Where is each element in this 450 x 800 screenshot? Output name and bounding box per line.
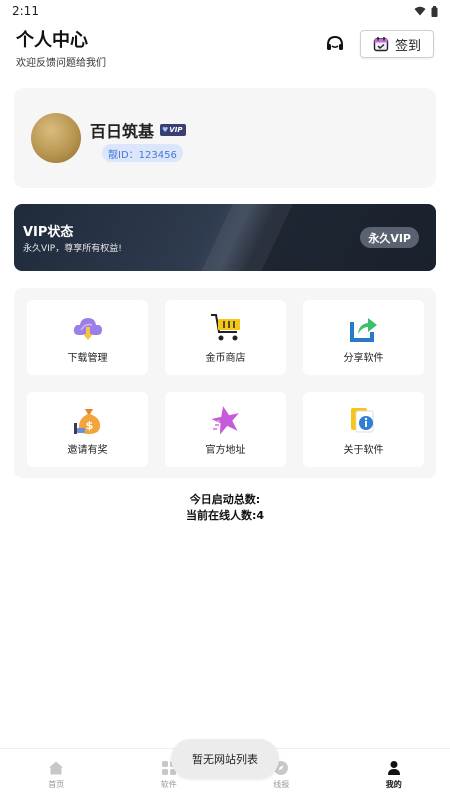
menu-item-invite[interactable]: $ 邀请有奖: [27, 392, 148, 467]
support-button[interactable]: [324, 33, 346, 55]
headset-icon: [326, 35, 343, 50]
info-icon: [347, 403, 381, 437]
tab-label: 首页: [48, 779, 65, 789]
money-bag-icon: $: [71, 403, 105, 437]
tab-home[interactable]: 首页: [0, 749, 113, 800]
page-header: 个人中心 欢迎反馈问题给我们 签到: [16, 26, 434, 69]
share-icon: [347, 311, 381, 345]
vip-status-badge[interactable]: 永久VIP: [360, 227, 419, 248]
username-row: 百日筑基 ♥ VIP: [90, 118, 187, 142]
status-icons: [414, 5, 438, 17]
vip-heart-icon: ♥: [162, 126, 169, 134]
menu-item-label: 邀请有奖: [67, 445, 108, 456]
tab-mine[interactable]: 我的: [338, 749, 450, 800]
menu-item-coin-shop[interactable]: 金币商店: [165, 300, 286, 375]
menu-item-official-site[interactable]: 官方地址: [165, 392, 286, 467]
launch-total: 今日启动总数:: [189, 493, 261, 506]
checkin-button[interactable]: 签到: [359, 30, 434, 58]
vip-badge-label: VIP: [169, 126, 183, 134]
calendar-icon: [373, 37, 389, 52]
menu-item-label: 分享软件: [343, 353, 384, 364]
status-time: 2:11: [12, 4, 39, 18]
usage-stats: 今日启动总数: 当前在线人数:4: [0, 492, 450, 524]
star-icon: [209, 403, 243, 437]
vip-banner[interactable]: VIP状态 永久VIP，尊享所有权益! 永久VIP: [14, 204, 436, 271]
user-id-chip: 靓ID：123456: [102, 144, 183, 162]
menu-item-label: 官方地址: [205, 445, 246, 456]
cloud-download-icon: [71, 311, 105, 345]
vip-title: VIP状态: [23, 225, 74, 240]
menu-item-label: 下载管理: [67, 353, 108, 364]
wifi-icon: [414, 6, 426, 16]
tab-label: 线报: [273, 779, 290, 789]
menu-item-label: 关于软件: [343, 445, 384, 456]
vip-description: 永久VIP，尊享所有权益!: [23, 244, 122, 254]
menu-item-label: 金币商店: [205, 353, 246, 364]
tab-label: 软件: [160, 779, 177, 789]
shopping-cart-icon: [209, 311, 243, 345]
profile-card[interactable]: 百日筑基 ♥ VIP 靓ID：123456: [14, 88, 436, 188]
header-actions: 签到: [324, 30, 434, 58]
checkin-label: 签到: [394, 38, 421, 54]
tab-label: 我的: [385, 779, 402, 789]
avatar[interactable]: [31, 113, 81, 163]
svg-text:$: $: [85, 419, 93, 432]
battery-icon: [431, 5, 438, 17]
menu-item-share[interactable]: 分享软件: [303, 300, 424, 375]
vip-badge: ♥ VIP: [160, 124, 187, 136]
feature-menu: 下载管理 金币商店 分享软件 $ 邀请有奖 官方地址 关于软件: [14, 288, 436, 478]
menu-item-about[interactable]: 关于软件: [303, 392, 424, 467]
menu-item-download[interactable]: 下载管理: [27, 300, 148, 375]
user-icon: [387, 760, 400, 775]
toast-message: 暂无网站列表: [171, 739, 279, 779]
home-icon: [49, 761, 64, 774]
username: 百日筑基: [90, 122, 155, 141]
online-count: 当前在线人数:4: [185, 509, 265, 522]
status-bar: 2:11: [0, 0, 450, 22]
